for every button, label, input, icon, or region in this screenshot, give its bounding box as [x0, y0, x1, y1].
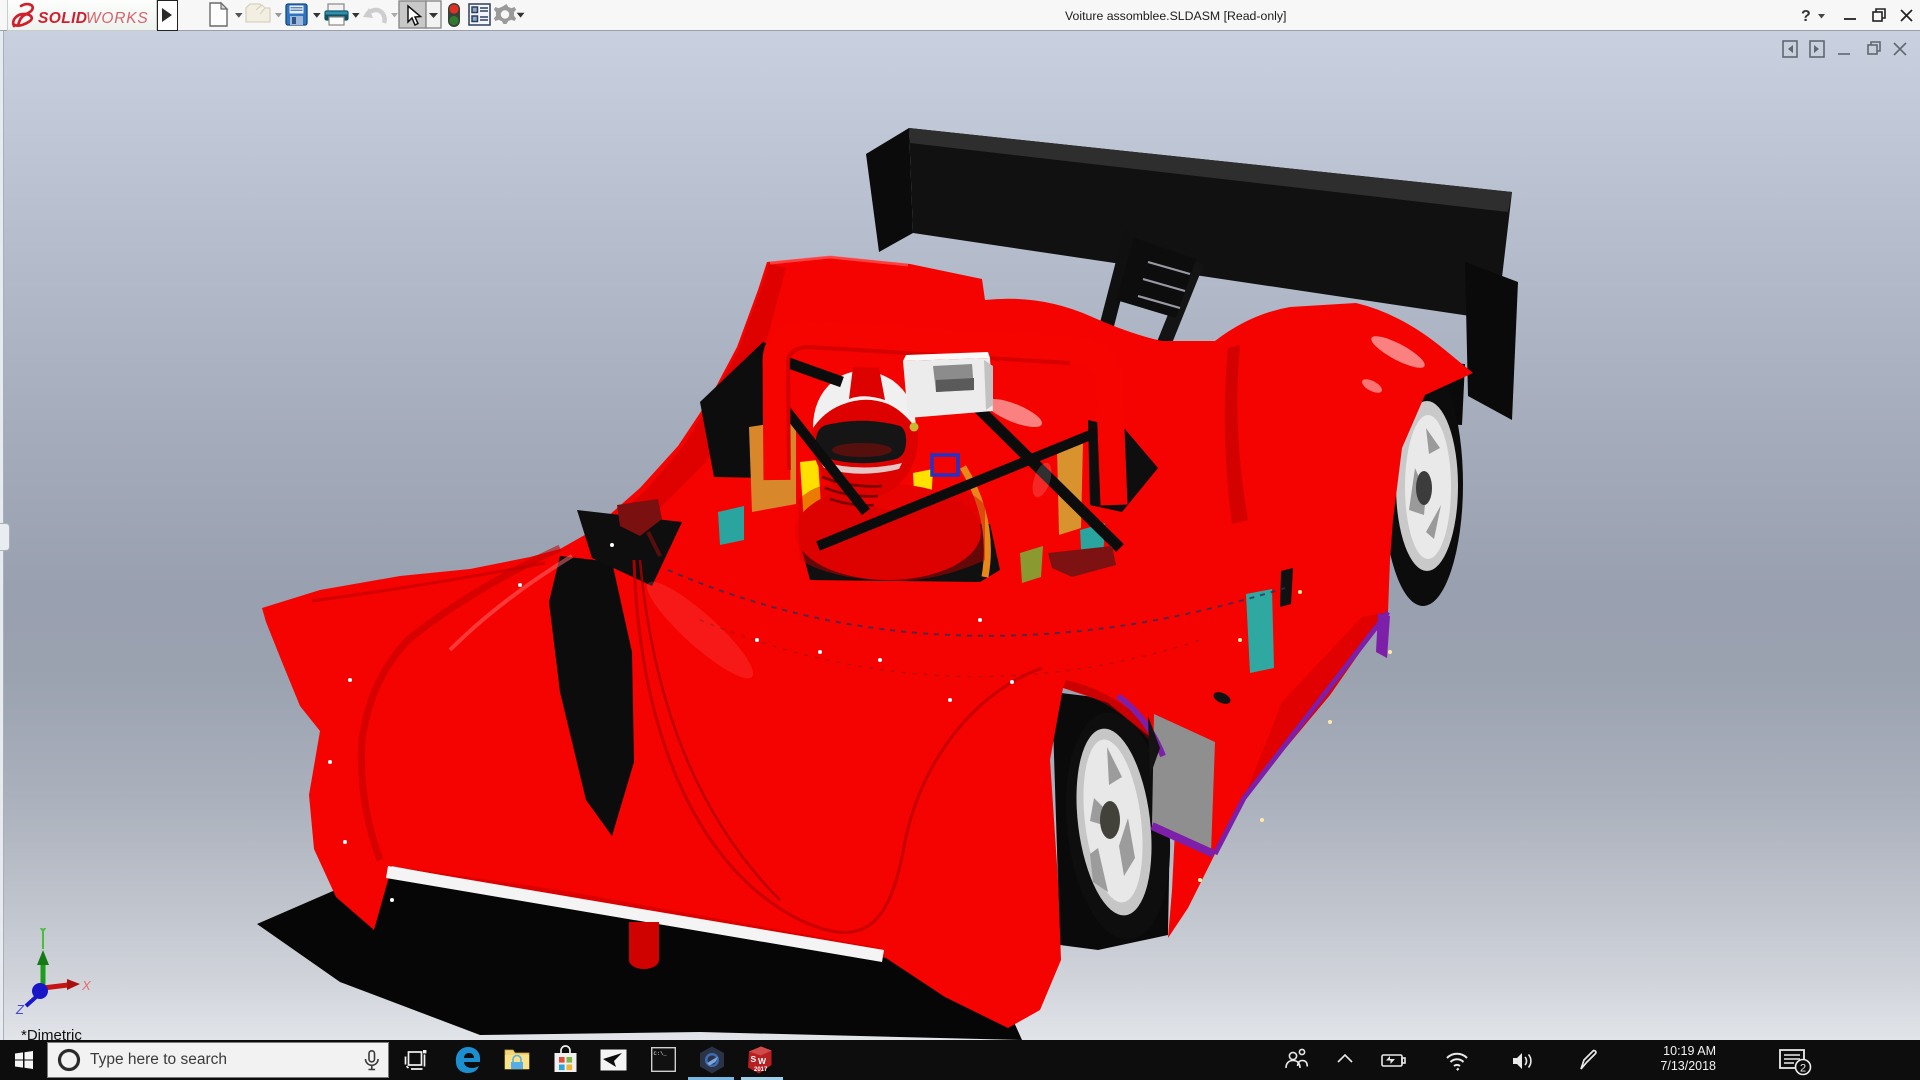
svg-text:Z: Z	[15, 1002, 25, 1017]
svg-text:C:\_: C:\_	[654, 1050, 668, 1057]
svg-text:S: S	[751, 1054, 757, 1064]
svg-text:W: W	[758, 1056, 767, 1066]
svg-text:SOLID: SOLID	[38, 10, 87, 27]
svg-text:X: X	[81, 978, 92, 993]
svg-text:WORKS: WORKS	[86, 10, 149, 27]
svg-text:2: 2	[1800, 1063, 1806, 1075]
svg-text:?: ?	[1801, 8, 1811, 25]
svg-text:2017: 2017	[754, 1067, 768, 1073]
